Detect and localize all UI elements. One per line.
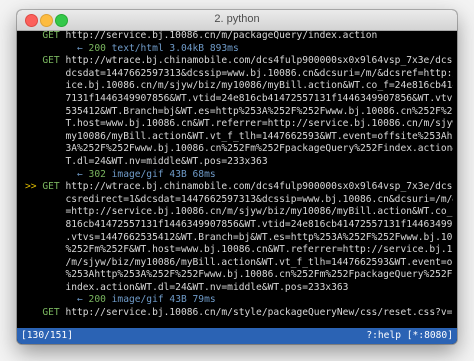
flow-request-line[interactable]: GET http://service.bj.10086.cn/m/style/p… xyxy=(25,307,453,320)
flow-url: T.dl=24&WT.nv=middle&WT.pos=233x363 xyxy=(65,155,268,167)
response-status: 302 xyxy=(88,168,106,180)
flow-url: my10086/myBill.action&WT.vt_f_tlh=144766… xyxy=(65,130,453,142)
flow-method: GET xyxy=(42,307,60,319)
flow-url: 816cb41472557131f1446349907856&WT.vtid=2… xyxy=(65,218,453,230)
flow-url: %252Fm%252F&WT.host=www.bj.10086.cn&WT.r… xyxy=(65,244,453,256)
response-arrow: ← xyxy=(76,294,83,306)
flow-request-line[interactable]: %253Ahttp%253A%252F%252Fwww.bj.10086.cn%… xyxy=(25,269,453,282)
flow-request-line[interactable]: 3A%252F%252Fwww.bj.10086.cn%252Fm%252Fpa… xyxy=(25,143,453,156)
flow-url: %253Ahttp%253A%252F%252Fwww.bj.10086.cn%… xyxy=(65,269,453,281)
flow-request-line[interactable]: dcsdat=1447662597313&dcssip=www.bj.10086… xyxy=(25,68,453,81)
flow-request-line[interactable]: .vtvs=1447662535412&WT.Branch=bj&WT.es=h… xyxy=(25,232,453,245)
flow-url: =http://service.bj.10086.cn/m/sjyw/biz/m… xyxy=(65,206,453,218)
flow-request-line[interactable]: >> GET http://wtrace.bj.chinamobile.com/… xyxy=(25,181,453,194)
flow-method: GET xyxy=(42,55,60,67)
response-details: image/gif 43B 79ms xyxy=(111,294,216,306)
flow-url: dcsdat=1447662597313&dcssip=www.bj.10086… xyxy=(65,67,453,79)
flow-request-line[interactable]: 816cb41472557131f1446349907856&WT.vtid=2… xyxy=(25,219,453,232)
flow-request-line[interactable]: %252Fm%252F&WT.host=www.bj.10086.cn&WT.r… xyxy=(25,244,453,257)
flow-request-line[interactable]: T.dl=24&WT.nv=middle&WT.pos=233x363 xyxy=(25,156,453,169)
flow-response-line[interactable]: ← 200 image/gif 43B 79ms xyxy=(25,294,453,307)
flow-request-line[interactable]: index.action&WT.dl=24&WT.nv=middle&WT.po… xyxy=(25,282,453,295)
listen-address: [*:8080] xyxy=(406,330,453,341)
flow-url: 3A%252F%252Fwww.bj.10086.cn%252Fm%252Fpa… xyxy=(65,143,453,155)
flow-url: 7131f1446349907856&WT.vtid=24e816cb41472… xyxy=(65,92,453,104)
response-arrow: ← xyxy=(76,42,83,54)
flow-method: GET xyxy=(42,30,60,41)
window-title: 2. python xyxy=(214,13,260,25)
flow-request-line[interactable]: =http://service.bj.10086.cn/m/sjyw/biz/m… xyxy=(25,206,453,219)
flow-list[interactable]: GET http://service.bj.10086.cn/m/package… xyxy=(25,30,453,328)
flow-position: [130/151] xyxy=(21,330,73,341)
flow-request-line[interactable]: my10086/myBill.action&WT.vt_f_tlh=144766… xyxy=(25,131,453,144)
terminal-window: 2. python GET http://service.bj.10086.cn… xyxy=(17,10,457,344)
flow-url: http://service.bj.10086.cn/m/packageQuer… xyxy=(65,30,378,41)
flow-response-line[interactable]: ← 302 image/gif 43B 68ms xyxy=(25,169,453,182)
flow-request-line[interactable]: 535412&WT.Branch=bj&WT.es=http%253A%252F… xyxy=(25,106,453,119)
flow-url: ice.bj.10086.cn/m/sjyw/biz/my10086/myBil… xyxy=(65,80,453,92)
help-hint: ?:help xyxy=(366,330,401,341)
flow-request-line[interactable]: csredirect=1&dcsdat=1447662597313&dcssip… xyxy=(25,194,453,207)
status-right: ?:help [*:8080] xyxy=(366,328,453,344)
flow-url: http://wtrace.bj.chinamobile.com/dcs4ful… xyxy=(65,55,453,67)
response-status: 200 xyxy=(88,294,106,306)
status-bar: [130/151] ?:help [*:8080] xyxy=(17,328,457,344)
flow-url: .vtvs=1447662535412&WT.Branch=bj&WT.es=h… xyxy=(65,231,453,243)
response-status: 200 xyxy=(88,42,106,54)
flow-request-line[interactable]: 7131f1446349907856&WT.vtid=24e816cb41472… xyxy=(25,93,453,106)
flow-request-line[interactable]: ice.bj.10086.cn/m/sjyw/biz/my10086/myBil… xyxy=(25,80,453,93)
flow-url: csredirect=1&dcsdat=1447662597313&dcssip… xyxy=(65,193,453,205)
response-arrow: ← xyxy=(76,168,83,180)
flow-url: 535412&WT.Branch=bj&WT.es=http%253A%252F… xyxy=(65,105,453,117)
flow-request-line[interactable]: /m/sjyw/biz/my10086/myBill.action&WT.vt_… xyxy=(25,257,453,270)
flow-method: GET xyxy=(42,181,60,193)
flow-request-line[interactable]: GET http://service.bj.10086.cn/m/package… xyxy=(25,30,453,43)
response-details: text/html 3.04kB 893ms xyxy=(111,42,239,54)
flow-url: http://service.bj.10086.cn/m/style/packa… xyxy=(65,307,453,319)
flow-url: T.host=www.bj.10086.cn&WT.referrer=http:… xyxy=(65,118,453,130)
title-bar: 2. python xyxy=(17,10,457,31)
flow-cursor-marker: >> xyxy=(25,181,37,193)
flow-url: http://wtrace.bj.chinamobile.com/dcs4ful… xyxy=(65,181,453,193)
flow-url: /m/sjyw/biz/my10086/myBill.action&WT.vt_… xyxy=(65,256,453,268)
flow-response-line[interactable]: ← 200 text/html 3.04kB 893ms xyxy=(25,43,453,56)
flow-request-line[interactable]: T.host=www.bj.10086.cn&WT.referrer=http:… xyxy=(25,118,453,131)
response-details: image/gif 43B 68ms xyxy=(111,168,216,180)
flow-request-line[interactable]: GET http://wtrace.bj.chinamobile.com/dcs… xyxy=(25,55,453,68)
flow-url: index.action&WT.dl=24&WT.nv=middle&WT.po… xyxy=(65,281,349,293)
